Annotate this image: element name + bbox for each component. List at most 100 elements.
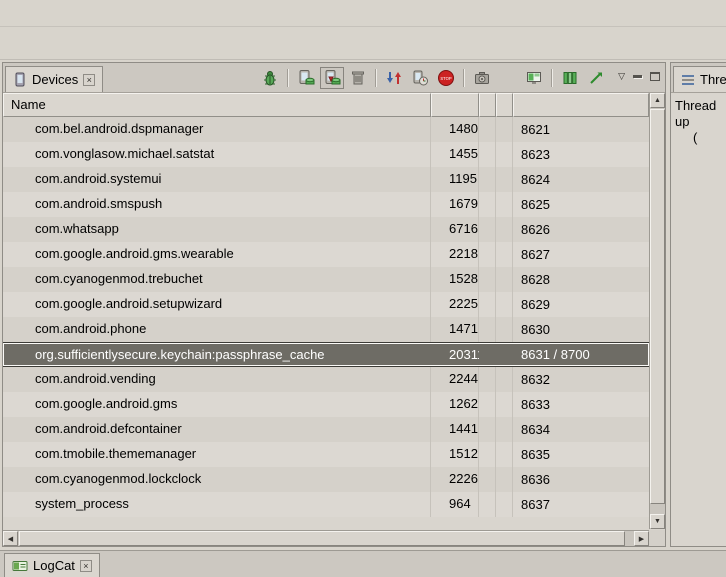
device-table-body: com.bel.android.dspmanager 1480 8621 com…: [3, 117, 649, 517]
process-name: system_process: [3, 492, 431, 517]
process-port: 8633: [513, 397, 649, 412]
close-icon[interactable]: ×: [83, 74, 95, 86]
process-row[interactable]: com.google.android.setupwizard 22250 862…: [3, 292, 649, 317]
process-col3: [479, 317, 496, 342]
scrollbar-corner: [649, 530, 665, 546]
maximize-icon[interactable]: [650, 72, 660, 81]
process-col4: [496, 267, 513, 292]
system-information-icon[interactable]: [522, 67, 546, 89]
process-pid: 22185: [431, 242, 479, 267]
process-port: 8621: [513, 122, 649, 137]
screen-capture-icon[interactable]: [470, 67, 494, 89]
process-col3: [479, 142, 496, 167]
tab-threads[interactable]: Threa: [673, 66, 726, 92]
process-row[interactable]: com.bel.android.dspmanager 1480 8621: [3, 117, 649, 142]
view-menu-icon[interactable]: ▽: [618, 72, 625, 81]
process-col4: [496, 442, 513, 467]
header-name[interactable]: Name: [3, 93, 431, 117]
process-pid: 1679: [431, 192, 479, 217]
logcat-icon: [12, 559, 28, 573]
process-pid: 1512: [431, 442, 479, 467]
menu-item[interactable]: [46, 10, 64, 16]
process-row[interactable]: com.google.android.gms 12623 8633: [3, 392, 649, 417]
menu-item[interactable]: [6, 10, 24, 16]
menu-item[interactable]: [86, 10, 104, 16]
process-row[interactable]: com.google.android.gms.wearable 22185 86…: [3, 242, 649, 267]
process-row[interactable]: com.android.defcontainer 14411 8634: [3, 417, 649, 442]
header-col4[interactable]: [496, 93, 513, 117]
cause-gc-icon[interactable]: [346, 67, 370, 89]
threads-content: Thread up (: [671, 93, 726, 546]
horizontal-scrollbar-thumb[interactable]: [19, 531, 625, 546]
header-pid[interactable]: [431, 93, 479, 117]
process-col3: [479, 117, 496, 142]
threads-message-line1: Thread up: [675, 98, 722, 130]
table-content: Name com.bel.android.dspmanager 1480: [3, 93, 649, 529]
process-col4: [496, 343, 513, 366]
process-pid: 1528: [431, 267, 479, 292]
tab-logcat[interactable]: LogCat ×: [4, 553, 100, 577]
vertical-scrollbar-thumb[interactable]: [650, 109, 665, 504]
process-row[interactable]: org.sufficientlysecure.keychain:passphra…: [3, 342, 649, 367]
process-row[interactable]: com.cyanogenmod.lockclock 22265 8636: [3, 467, 649, 492]
process-port: 8637: [513, 497, 649, 512]
process-col3: [479, 267, 496, 292]
process-row[interactable]: com.cyanogenmod.trebuchet 1528 8628: [3, 267, 649, 292]
process-col4: [496, 117, 513, 142]
header-col3[interactable]: [479, 93, 496, 117]
show-heap-updates-icon[interactable]: [294, 67, 318, 89]
process-row[interactable]: com.whatsapp 6716 8626: [3, 217, 649, 242]
process-pid: 1195: [431, 167, 479, 192]
process-row[interactable]: com.android.phone 1471 8630: [3, 317, 649, 342]
dump-hprof-icon[interactable]: [320, 67, 344, 89]
tab-devices[interactable]: Devices ×: [5, 66, 103, 92]
process-pid: 22250: [431, 292, 479, 317]
process-port: 8625: [513, 197, 649, 212]
process-col3: [479, 467, 496, 492]
scroll-down-icon[interactable]: ▼: [650, 514, 665, 529]
debug-process-icon[interactable]: [258, 67, 282, 89]
process-name: com.android.phone: [3, 317, 431, 342]
table-header: Name: [3, 93, 649, 117]
update-threads-icon[interactable]: [382, 67, 406, 89]
process-col4: [496, 392, 513, 417]
process-row[interactable]: com.android.vending 22440 8632: [3, 367, 649, 392]
process-pid: 14553: [431, 142, 479, 167]
process-col4: [496, 467, 513, 492]
menu-item[interactable]: [66, 10, 84, 16]
close-icon[interactable]: ×: [80, 560, 92, 572]
main-toolbar: [0, 27, 726, 60]
process-row[interactable]: system_process 964 8637: [3, 492, 649, 517]
process-port: 8624: [513, 172, 649, 187]
scroll-up-icon[interactable]: ▲: [650, 93, 665, 108]
svg-text:STOP: STOP: [440, 76, 452, 81]
vertical-scrollbar[interactable]: ▲ ▼: [649, 93, 665, 529]
start-method-profiling-icon[interactable]: [408, 67, 432, 89]
scroll-left-icon[interactable]: ◀: [3, 531, 18, 546]
process-port: 8631 / 8700: [513, 347, 649, 362]
header-port[interactable]: [513, 93, 649, 117]
process-name: com.tmobile.thememanager: [3, 442, 431, 467]
process-row[interactable]: com.android.smspush 1679 8625: [3, 192, 649, 217]
process-col3: [479, 367, 496, 392]
main-window: Devices ×: [0, 0, 726, 577]
process-name: com.vonglasow.michael.satstat: [3, 142, 431, 167]
device-icon: [13, 72, 27, 87]
menu-item[interactable]: [26, 10, 44, 16]
process-col3: [479, 192, 496, 217]
columns-icon[interactable]: [558, 67, 582, 89]
stop-process-icon[interactable]: STOP: [434, 67, 458, 89]
toolbar-separator: [551, 69, 553, 87]
minimize-icon[interactable]: [633, 75, 642, 78]
process-row[interactable]: com.tmobile.thememanager 1512 8635: [3, 442, 649, 467]
horizontal-scrollbar[interactable]: ◀ ▶: [3, 530, 649, 546]
process-col3: [479, 343, 496, 366]
process-row[interactable]: com.vonglasow.michael.satstat 14553 8623: [3, 142, 649, 167]
process-port: 8632: [513, 372, 649, 387]
scroll-right-icon[interactable]: ▶: [634, 531, 649, 546]
process-pid: 1471: [431, 317, 479, 342]
profile-arrow-icon[interactable]: [584, 67, 608, 89]
process-col4: [496, 292, 513, 317]
process-col4: [496, 192, 513, 217]
process-row[interactable]: com.android.systemui 1195 8624: [3, 167, 649, 192]
